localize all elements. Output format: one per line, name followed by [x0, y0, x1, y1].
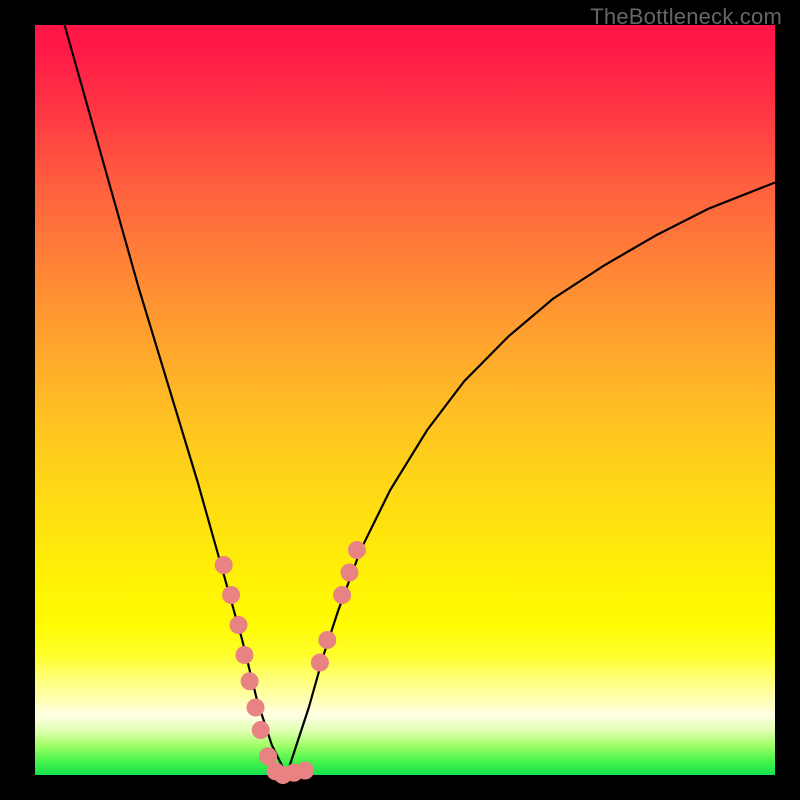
marker-point	[235, 646, 253, 664]
marker-point	[222, 586, 240, 604]
marker-point	[252, 721, 270, 739]
marker-point	[296, 762, 314, 780]
marker-point	[341, 564, 359, 582]
curve-right-branch	[287, 183, 775, 776]
marker-point	[333, 586, 351, 604]
chart-svg	[0, 0, 800, 800]
marker-point	[348, 541, 366, 559]
marker-point	[311, 654, 329, 672]
chart-frame: TheBottleneck.com	[0, 0, 800, 800]
marker-point	[230, 616, 248, 634]
marker-point	[241, 672, 259, 690]
marker-point	[247, 699, 265, 717]
marker-point	[318, 631, 336, 649]
watermark-text: TheBottleneck.com	[590, 4, 782, 30]
marker-point	[215, 556, 233, 574]
curve-left-branch	[65, 25, 287, 775]
